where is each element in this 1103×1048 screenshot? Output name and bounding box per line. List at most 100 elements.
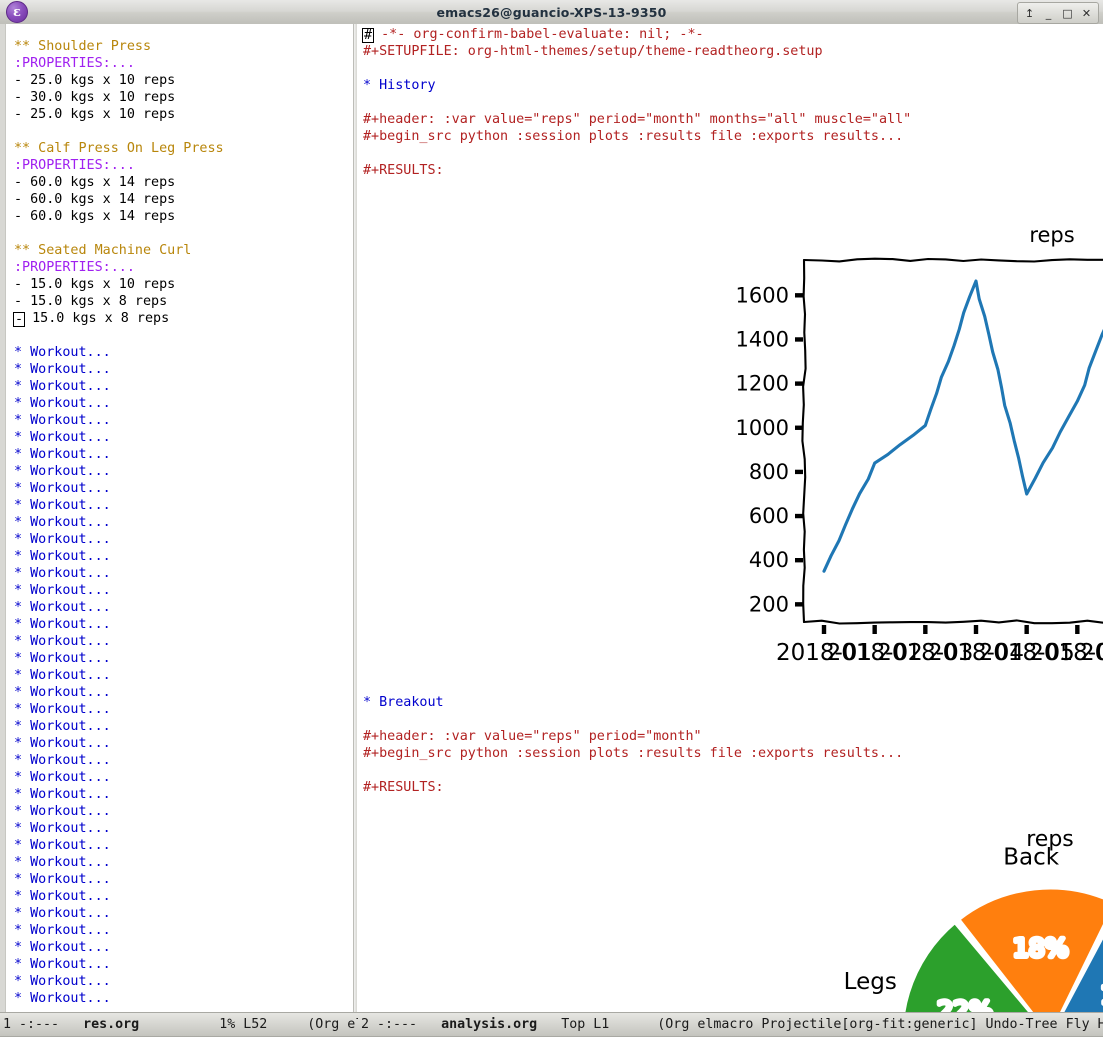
buffer-text-analysis-mid[interactable]: * Breakout #+header: :var value="reps" p… xyxy=(357,692,903,796)
window-right-analysis-org[interactable]: # -*- org-confirm-babel-evaluate: nil; -… xyxy=(357,24,1103,1013)
close-button[interactable]: ✕ xyxy=(1077,5,1096,21)
buffer-line: ** Calf Press On Leg Press xyxy=(14,141,224,156)
line-chart-svg: reps20040060080010001200140016002018-012… xyxy=(736,223,1103,666)
modeline-left-buffer-name[interactable]: res.org xyxy=(83,1017,139,1032)
buffer-line: #+begin_src python :session plots :resul… xyxy=(363,746,904,761)
x-tick-label: 2018-07 xyxy=(1080,640,1103,666)
buffer-line: * Workout... xyxy=(14,923,111,938)
modeline-right-major-mode: (Org elmacro Projectile[org-fit:generic]… xyxy=(657,1017,1103,1032)
buffer-line: * Workout... xyxy=(14,447,111,462)
buffer-line xyxy=(14,327,354,344)
buffer-line xyxy=(363,60,1103,77)
pie-category-label-legs: Legs xyxy=(844,969,897,995)
buffer-line: #+RESULTS: xyxy=(363,163,444,178)
buffer-line: #+SETUPFILE: org-html-themes/setup/theme… xyxy=(363,44,823,59)
modeline-left-major-mode: (Org elma xyxy=(307,1017,358,1032)
buffer-line xyxy=(14,123,354,140)
modeline-right-flags: -:--- xyxy=(377,1017,418,1032)
buffer-line: - 15.0 kgs x 10 reps xyxy=(14,277,176,292)
modeline-right[interactable]: 2 -:--- analysis.org Top L1 (Org elmacro… xyxy=(358,1012,1103,1037)
buffer-line: * Workout... xyxy=(14,362,111,377)
window-left-res-org[interactable]: ** Shoulder Press :PROPERTIES:... - 25.0 k… xyxy=(5,24,354,1013)
echo-area-minibuffer[interactable] xyxy=(0,1037,1103,1048)
buffer-line: #+header: :var value="reps" period="mont… xyxy=(363,112,912,127)
buffer-line: * Workout... xyxy=(14,668,111,683)
buffer-line: - 25.0 kgs x 10 reps xyxy=(14,107,176,122)
pie-category-label-back: Back xyxy=(1003,844,1060,870)
buffer-line: * Workout... xyxy=(14,532,111,547)
buffer-line: * Workout... xyxy=(14,889,111,904)
buffer-line: * Workout... xyxy=(14,838,111,853)
buffer-line: * Workout... xyxy=(14,940,111,955)
buffer-line: - 15.0 kgs x 8 reps xyxy=(14,294,168,309)
buffer-line: * Workout... xyxy=(14,804,111,819)
buffer-line: * Workout... xyxy=(14,396,111,411)
buffer-line: * Workout... xyxy=(14,651,111,666)
buffer-line: * Workout... xyxy=(14,600,111,615)
buffer-line: * Workout... xyxy=(14,702,111,717)
emacs-frame: ** Shoulder Press :PROPERTIES:... - 25.0 k… xyxy=(0,24,1103,1048)
buffer-line: * History xyxy=(363,78,436,93)
buffer-line: :PROPERTIES:... xyxy=(14,260,135,275)
y-tick-label: 800 xyxy=(749,460,789,484)
pie-chart-svg: reps18%18%18%18%22%22%AbsBackLegs xyxy=(844,827,1103,1013)
buffer-line: * Workout... xyxy=(14,753,111,768)
y-tick-label: 600 xyxy=(749,504,789,528)
buffer-line: * Workout... xyxy=(14,736,111,751)
buffer-line xyxy=(14,225,354,242)
buffer-line: * Breakout xyxy=(363,695,444,710)
modeline-left-position: 1% L52 xyxy=(219,1017,268,1032)
modeline-right-position: Top L1 xyxy=(561,1017,610,1032)
chart-breakout-reps: reps18%18%18%18%22%22%AbsBackLegs xyxy=(812,814,1103,1013)
buffer-line: - 30.0 kgs x 10 reps xyxy=(14,90,176,105)
buffer-line: # -*- org-confirm-babel-evaluate: nil; -… xyxy=(362,27,704,43)
buffer-line: - 60.0 kgs x 14 reps xyxy=(14,175,176,190)
buffer-line: * Workout... xyxy=(14,345,111,360)
buffer-line: * Workout... xyxy=(14,379,111,394)
buffer-line xyxy=(363,145,1103,162)
modeline-right-buffer-name[interactable]: analysis.org xyxy=(441,1017,537,1032)
buffer-line: * Workout... xyxy=(14,855,111,870)
modeline-left-flags: -:--- xyxy=(19,1017,60,1032)
buffer-line xyxy=(363,762,903,779)
buffer-line: * Workout... xyxy=(14,957,111,972)
buffer-line: * Workout... xyxy=(14,583,111,598)
buffer-line: :PROPERTIES:... xyxy=(14,158,135,173)
window-titlebar: ε emacs26@guancio-XPS-13-9350 ↥ _ □ ✕ xyxy=(0,0,1103,25)
buffer-line: #+header: :var value="reps" period="mont… xyxy=(363,729,702,744)
minimize-button[interactable]: _ xyxy=(1039,5,1058,21)
modeline-right-window-number: 2 xyxy=(361,1017,370,1032)
buffer-line: * Workout... xyxy=(14,617,111,632)
buffer-line: * Workout... xyxy=(14,991,111,1006)
buffer-line: * Workout... xyxy=(14,430,111,445)
pie-pct-label: 22% xyxy=(937,996,993,1013)
buffer-line: * Workout... xyxy=(14,413,111,428)
buffer-line: - 60.0 kgs x 14 reps xyxy=(14,209,176,224)
line-series-reps xyxy=(822,279,1103,573)
buffer-line: :PROPERTIES:... xyxy=(14,56,135,71)
window-controls: ↥ _ □ ✕ xyxy=(1017,2,1099,24)
buffer-line: - 25.0 kgs x 10 reps xyxy=(14,73,176,88)
y-tick-label: 1600 xyxy=(736,283,789,307)
buffer-line xyxy=(363,711,903,728)
buffer-line: #+RESULTS: xyxy=(363,780,444,795)
y-tick-label: 400 xyxy=(749,548,789,572)
modeline-left[interactable]: 1 -:--- res.org 1% L52 (Org elma xyxy=(0,1012,358,1037)
buffer-line: * Workout... xyxy=(14,770,111,785)
buffer-line: #+begin_src python :session plots :resul… xyxy=(363,129,904,144)
buffer-line: ** Shoulder Press xyxy=(14,39,152,54)
buffer-line: * Workout... xyxy=(14,821,111,836)
buffer-line: * Workout... xyxy=(14,974,111,989)
buffer-text-res-org[interactable]: ** Shoulder Press :PROPERTIES:... - 25.0 k… xyxy=(6,24,354,1007)
buffer-text-analysis-top[interactable]: # -*- org-confirm-babel-evaluate: nil; -… xyxy=(357,24,1103,179)
shade-button[interactable]: ↥ xyxy=(1020,5,1039,21)
buffer-line: * Workout... xyxy=(14,685,111,700)
buffer-line: * Workout... xyxy=(14,481,111,496)
y-tick-label: 200 xyxy=(749,592,789,616)
chart-history-reps: reps 200 400 600 800 1000 1200 1400 1600 2018-01 2… xyxy=(722,210,1103,670)
maximize-button[interactable]: □ xyxy=(1058,5,1077,21)
buffer-line: * Workout... xyxy=(14,719,111,734)
line-chart-title: reps xyxy=(1029,223,1074,247)
buffer-line xyxy=(363,94,1103,111)
buffer-line: - 60.0 kgs x 14 reps xyxy=(14,192,176,207)
